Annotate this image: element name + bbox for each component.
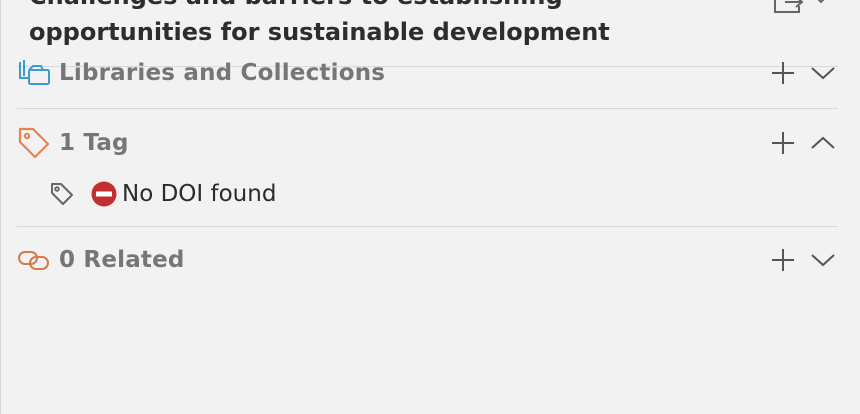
add-related-button[interactable] (768, 245, 798, 275)
tag-row[interactable]: No DOI found (49, 176, 276, 212)
section-divider (17, 226, 838, 227)
tag-icon (17, 126, 51, 160)
add-collection-button[interactable] (768, 58, 798, 88)
chevron-down-icon (811, 254, 835, 267)
chevron-down-icon (811, 67, 835, 80)
item-title[interactable]: Challenges and barriers to establishing … (29, 0, 729, 50)
chevron-down-icon (817, 0, 825, 4)
section-divider (17, 108, 838, 109)
section-related-header[interactable]: 0 Related (17, 242, 838, 278)
title-line-2: opportunities for sustainable developmen… (29, 18, 610, 46)
section-tags-header[interactable]: 1 Tag (17, 125, 838, 161)
plus-icon (772, 249, 794, 271)
section-libraries-header[interactable]: Libraries and Collections (17, 55, 838, 91)
title-line-1: Challenges and barriers to establishing (29, 0, 729, 14)
tags-toggle-button[interactable] (808, 128, 838, 158)
related-icon (17, 243, 51, 277)
no-entry-icon (91, 181, 117, 207)
item-pane: Challenges and barriers to establishing … (0, 0, 860, 414)
export-icon (774, 0, 825, 13)
tag-icon (49, 181, 79, 207)
section-libraries-label[interactable]: Libraries and Collections (59, 60, 385, 86)
libraries-toggle-button[interactable] (808, 58, 838, 88)
libraries-collections-icon (17, 56, 51, 90)
plus-icon (772, 62, 794, 84)
chevron-up-icon (811, 136, 835, 149)
section-related-label[interactable]: 0 Related (59, 247, 185, 273)
export-menu-button[interactable] (771, 0, 831, 18)
related-toggle-button[interactable] (808, 245, 838, 275)
plus-icon (772, 132, 794, 154)
section-tags-label[interactable]: 1 Tag (59, 130, 129, 156)
tag-text[interactable]: No DOI found (122, 181, 276, 207)
add-tag-button[interactable] (768, 128, 798, 158)
